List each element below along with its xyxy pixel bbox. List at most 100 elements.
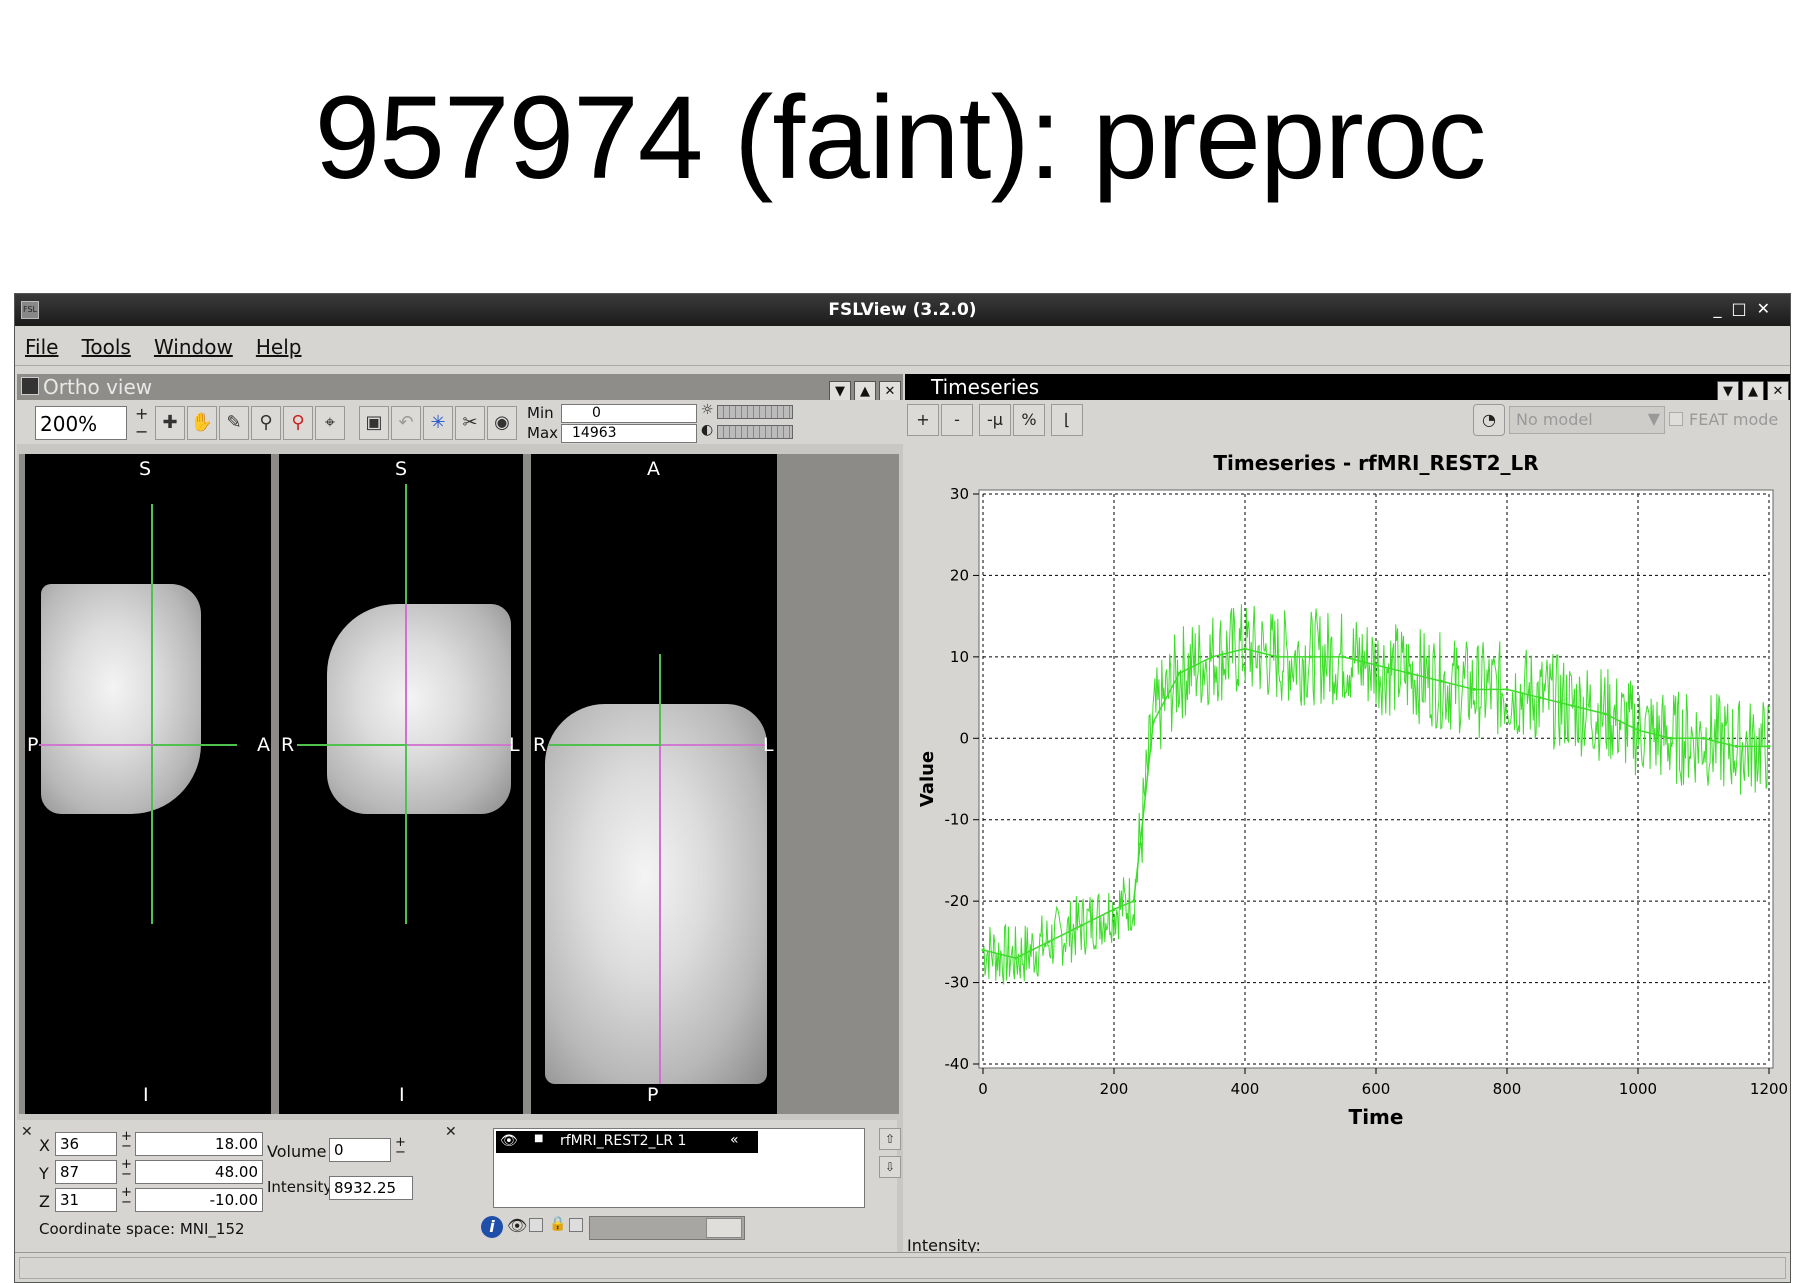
z-voxel-field[interactable]: 31 xyxy=(55,1188,117,1212)
lock-icon[interactable]: ■ xyxy=(534,1133,543,1144)
zoom-plus-icon[interactable]: + xyxy=(135,404,148,423)
y-tick-label: -10 xyxy=(945,811,970,829)
axis-icon[interactable]: ⌊ xyxy=(1051,404,1083,436)
crosshair-cursor-icon[interactable]: ✚ xyxy=(155,406,185,440)
window-titlebar[interactable]: FSL FSLView (3.2.0) _□✕ xyxy=(15,294,1790,326)
orient-right: A xyxy=(257,734,270,756)
fslview-window: FSL FSLView (3.2.0) _□✕ File Tools Windo… xyxy=(14,293,1791,1283)
series-point xyxy=(1505,687,1509,691)
timeseries-chart[interactable]: 0 200 400 600 800 1000 1200 -40 -30 -20 -10 0 10 20 30… xyxy=(905,444,1791,1234)
min-field[interactable]: 0 xyxy=(561,404,697,423)
remove-timeseries-button[interactable]: - xyxy=(941,404,973,436)
undo-icon[interactable]: ↶ xyxy=(391,406,421,440)
model-icon[interactable]: ◔ xyxy=(1473,404,1505,436)
minimize-icon[interactable]: _ xyxy=(1713,299,1731,318)
menu-file[interactable]: File xyxy=(15,326,66,359)
close-icon[interactable]: ✕ xyxy=(445,1124,457,1140)
y-world-field[interactable]: 48.00 xyxy=(135,1160,263,1184)
axial-view[interactable]: A P R L xyxy=(531,454,777,1114)
max-field[interactable]: 14963 xyxy=(561,424,697,443)
crosshair-horizontal xyxy=(661,744,765,746)
demean-button[interactable]: -μ xyxy=(979,404,1011,436)
x-voxel-field[interactable]: 36 xyxy=(55,1132,117,1156)
percent-change-button[interactable]: % xyxy=(1013,404,1045,436)
opacity-slider[interactable] xyxy=(589,1216,745,1240)
menu-help[interactable]: Help xyxy=(246,326,310,359)
x-stepper[interactable]: + − xyxy=(121,1130,132,1153)
layer-row[interactable]: 👁 ■ rfMRI_REST2_LR 1 « xyxy=(496,1131,758,1153)
timeseries-titlebar[interactable]: Timeseries ▼ ▲ ✕ xyxy=(905,374,1790,403)
ortho-panel-titlebar[interactable]: Ortho view ▼ ▲ ✕ xyxy=(17,374,903,403)
y-voxel-field[interactable]: 87 xyxy=(55,1160,117,1184)
contrast-icon: ◐ xyxy=(701,422,714,438)
intensity-label: Intensity xyxy=(267,1178,333,1196)
status-bar xyxy=(15,1252,1790,1282)
y-tick-label: -20 xyxy=(945,892,970,910)
y-tick-label: 10 xyxy=(950,648,969,666)
sagittal-view[interactable]: S I P A xyxy=(25,454,271,1114)
x-world-field[interactable]: 18.00 xyxy=(135,1132,263,1156)
orient-left: P xyxy=(27,734,39,756)
menu-window[interactable]: Window xyxy=(144,326,241,359)
orient-right: L xyxy=(763,734,774,756)
chevron-left-icon[interactable]: « xyxy=(730,1132,739,1148)
chevron-down-icon: ▼ xyxy=(1647,409,1660,428)
brightness-slider[interactable] xyxy=(717,405,793,419)
fill-icon[interactable]: ▣ xyxy=(359,406,389,440)
crosshair-vertical-pink xyxy=(659,744,661,1084)
timeseries-panel-title: Timeseries xyxy=(931,375,1040,399)
z-label: Z xyxy=(39,1192,50,1211)
timeseries-plot[interactable]: 0 200 400 600 800 1000 1200 -40 -30 -20 -10 0 10 20 30… xyxy=(905,444,1791,1234)
volume-stepper[interactable]: + − xyxy=(395,1136,406,1159)
orient-bottom: I xyxy=(399,1084,405,1106)
zoom-field[interactable]: 200% xyxy=(35,406,127,440)
eye-icon[interactable]: 👁 xyxy=(500,1133,518,1149)
close-icon[interactable]: ✕ xyxy=(21,1124,33,1140)
orient-bottom: P xyxy=(647,1084,659,1106)
zoom-magnifier-icon[interactable]: ⚲ xyxy=(251,406,281,440)
opacity-slider-handle[interactable] xyxy=(706,1218,742,1238)
maximize-icon[interactable]: □ xyxy=(1731,299,1756,318)
pan-hand-icon[interactable]: ✋ xyxy=(187,406,217,440)
visibility-checkbox[interactable] xyxy=(529,1218,543,1232)
contrast-slider[interactable] xyxy=(717,425,793,439)
binoculars-icon[interactable]: ◉ xyxy=(487,406,517,440)
eye-toggle-icon[interactable]: 👁 xyxy=(507,1216,527,1235)
zoom-minus-icon[interactable]: − xyxy=(135,422,148,441)
mask-icon[interactable]: ✳ xyxy=(423,406,453,440)
add-timeseries-button[interactable]: + xyxy=(907,404,939,436)
model-select[interactable]: No model ▼ xyxy=(1509,406,1665,434)
orient-left: R xyxy=(533,734,547,756)
padlock-icon[interactable]: 🔒 xyxy=(549,1216,566,1232)
cursor-coordinates: ✕ X 36 + − 18.00 Y 87 + − 48.00 Z 31 + − -1… xyxy=(17,1120,901,1270)
z-stepper[interactable]: + − xyxy=(121,1186,132,1209)
info-icon[interactable]: i xyxy=(481,1216,503,1238)
center-target-icon[interactable]: ⌖ xyxy=(315,406,345,440)
x-tick-label: 200 xyxy=(1100,1080,1129,1098)
volume-field[interactable]: 0 xyxy=(329,1138,391,1162)
lock-checkbox[interactable] xyxy=(569,1218,583,1232)
slide-title: 957974 (faint): preproc xyxy=(314,72,1487,204)
chart-title: Timeseries - rfMRI_REST2_LR xyxy=(1213,451,1538,475)
sagittal-brain-image xyxy=(41,584,201,814)
axial-brain-image xyxy=(545,704,767,1084)
zoom-out-magnifier-icon[interactable]: ⚲ xyxy=(283,406,313,440)
y-stepper[interactable]: + − xyxy=(121,1158,132,1181)
y-tick-label: 30 xyxy=(950,485,969,503)
cut-icon[interactable]: ✂ xyxy=(455,406,485,440)
x-axis-label: Time xyxy=(1349,1105,1404,1129)
layer-down-icon[interactable]: ⇩ xyxy=(879,1156,901,1178)
z-world-field[interactable]: -10.00 xyxy=(135,1188,263,1212)
x-label: X xyxy=(39,1136,50,1155)
layer-up-icon[interactable]: ⇧ xyxy=(879,1128,901,1150)
coronal-view[interactable]: S I R L xyxy=(279,454,523,1114)
close-icon[interactable]: ✕ xyxy=(1757,299,1780,318)
pencil-icon[interactable]: ✎ xyxy=(219,406,249,440)
ortho-panel-title: Ortho view xyxy=(43,375,153,399)
y-tick-label: -30 xyxy=(945,974,970,992)
coordinate-space: Coordinate space: MNI_152 xyxy=(39,1220,245,1238)
crosshair-vertical xyxy=(151,504,153,924)
feat-mode-checkbox[interactable] xyxy=(1669,412,1683,426)
menu-tools[interactable]: Tools xyxy=(72,326,139,359)
crosshair-horizontal-green xyxy=(549,744,661,746)
